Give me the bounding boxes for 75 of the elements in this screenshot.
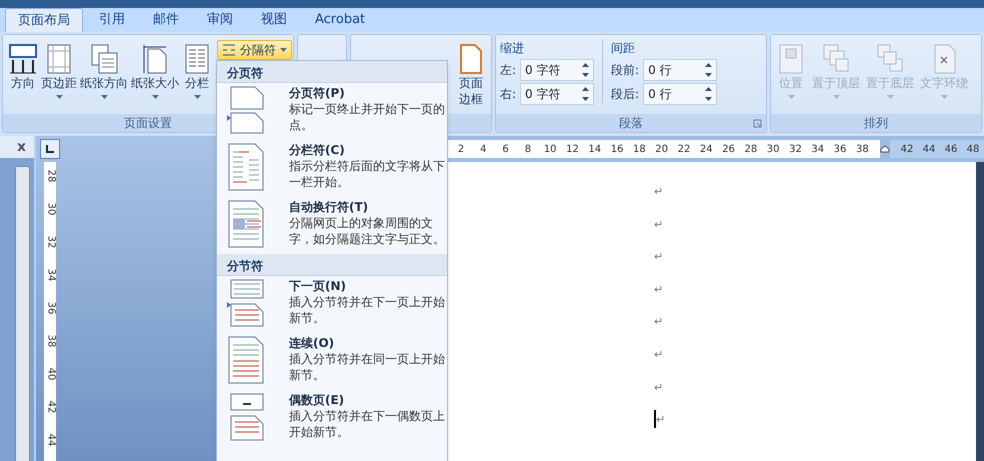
ruler-number: 28 bbox=[44, 168, 56, 184]
field-label: 左: bbox=[500, 62, 516, 79]
caret-icon bbox=[56, 95, 62, 99]
ruler-number: 44 bbox=[922, 142, 936, 156]
caret-icon bbox=[886, 95, 894, 99]
tab-selector-icon[interactable] bbox=[40, 139, 60, 159]
ruler-number: 44 bbox=[44, 432, 56, 448]
group-label: 排列 bbox=[771, 114, 981, 132]
ruler-number: 34 bbox=[44, 268, 56, 284]
paragraph-mark: ↵ bbox=[654, 382, 664, 394]
breaks-button[interactable]: 分隔符 bbox=[217, 40, 292, 60]
ruler-number: 46 bbox=[944, 142, 958, 156]
menu-section-header: 分节符 bbox=[217, 254, 447, 276]
orientation-icon bbox=[8, 43, 38, 75]
menu-item[interactable]: 偶数页(E) 插入分节符并在下一偶数页上开始新节。 bbox=[217, 390, 447, 447]
field-label: 段前: bbox=[611, 62, 640, 79]
field-label: 右: bbox=[500, 86, 516, 103]
ribbon-tab[interactable]: 视图 bbox=[249, 8, 299, 32]
ruler-number: 42 bbox=[900, 142, 914, 156]
ribbon-tab[interactable]: 审阅 bbox=[195, 8, 245, 32]
paragraph-mark: ↵ bbox=[656, 414, 666, 426]
page-border-icon bbox=[458, 43, 484, 75]
page-break-icon bbox=[222, 44, 236, 56]
spin-field[interactable]: 0 字符 bbox=[520, 59, 594, 81]
ruler-number: 40 bbox=[44, 366, 56, 382]
ribbon-button[interactable]: 分栏 bbox=[181, 39, 213, 99]
section-title: 缩进 bbox=[500, 40, 525, 57]
caret-icon bbox=[152, 95, 158, 99]
caret-icon bbox=[100, 95, 108, 99]
ribbon-tab[interactable]: 页面布局 bbox=[5, 8, 83, 32]
caret-icon bbox=[280, 48, 287, 52]
caret-icon bbox=[788, 95, 794, 99]
spinner-arrows-icon bbox=[582, 62, 590, 78]
group-label: 段落 bbox=[496, 114, 766, 132]
ruler-number: 48 bbox=[966, 142, 980, 156]
scrollbar[interactable] bbox=[15, 166, 30, 461]
ruler-number: 30 bbox=[44, 202, 56, 218]
indent-marker-icon[interactable] bbox=[880, 145, 890, 153]
spinner-arrows-icon bbox=[705, 62, 712, 78]
ribbon-button[interactable]: 页面边框 bbox=[455, 39, 487, 107]
paragraph-mark: ↵ bbox=[654, 186, 664, 198]
ruler-number: 32 bbox=[44, 234, 56, 250]
spin-field[interactable]: 0 行 bbox=[643, 83, 718, 105]
menu-section-header: 分页符 bbox=[217, 61, 447, 83]
caret-icon bbox=[194, 95, 200, 99]
caret-icon bbox=[832, 95, 840, 99]
menu-item[interactable]: 连续(O) 插入分节符并在同一页上开始新节。 bbox=[217, 333, 447, 390]
ribbon-button[interactable]: 纸张方向 bbox=[79, 39, 129, 99]
ruler-number: 36 bbox=[44, 300, 56, 316]
pages-icon bbox=[89, 43, 119, 75]
spinner-arrows-icon bbox=[582, 86, 590, 102]
paragraph-mark: ↵ bbox=[654, 348, 664, 361]
paragraph-mark: ↵ bbox=[654, 284, 664, 296]
spinner-arrows-icon bbox=[705, 86, 712, 102]
paragraph-mark: ↵ bbox=[654, 218, 664, 231]
dialog-launcher-icon[interactable] bbox=[753, 119, 762, 128]
field-label: 段后: bbox=[611, 86, 640, 103]
ribbon-tab[interactable]: Acrobat bbox=[303, 8, 378, 32]
menu-item[interactable]: 分栏符(C) 指示分栏符后面的文字将从下一栏开始。 bbox=[217, 140, 447, 197]
ruler-number: 42 bbox=[44, 400, 56, 416]
paragraph-mark: ↵ bbox=[654, 316, 664, 328]
menu-item[interactable]: 自动换行符(T) 分隔网页上的对象周围的文字，如分隔题注文字与正文。 bbox=[217, 197, 447, 254]
menu-item[interactable]: 下一页(N) 插入分节符并在下一页上开始新节。 bbox=[217, 276, 447, 333]
ruler-number: 38 bbox=[44, 334, 56, 350]
caret-icon bbox=[940, 95, 948, 99]
spin-field[interactable]: 0 字符 bbox=[520, 83, 594, 105]
horizontal-ruler: 2 4 6 8 10 12 14 16 18 20 22 24 26 28 30 32 34 36 38 bbox=[448, 140, 880, 158]
section-title: 间距 bbox=[611, 40, 636, 57]
ribbon-button[interactable]: 纸张大小 bbox=[130, 39, 180, 99]
ribbon-tab[interactable]: 邮件 bbox=[141, 8, 191, 32]
ribbon-tab[interactable]: 引用 bbox=[87, 8, 137, 32]
ribbon-button[interactable]: 页边距 bbox=[40, 39, 78, 99]
paragraph-mark: ↵ bbox=[654, 251, 664, 264]
spin-field[interactable]: 0 行 bbox=[643, 59, 718, 81]
ribbon-button[interactable]: 方向 bbox=[7, 39, 39, 99]
